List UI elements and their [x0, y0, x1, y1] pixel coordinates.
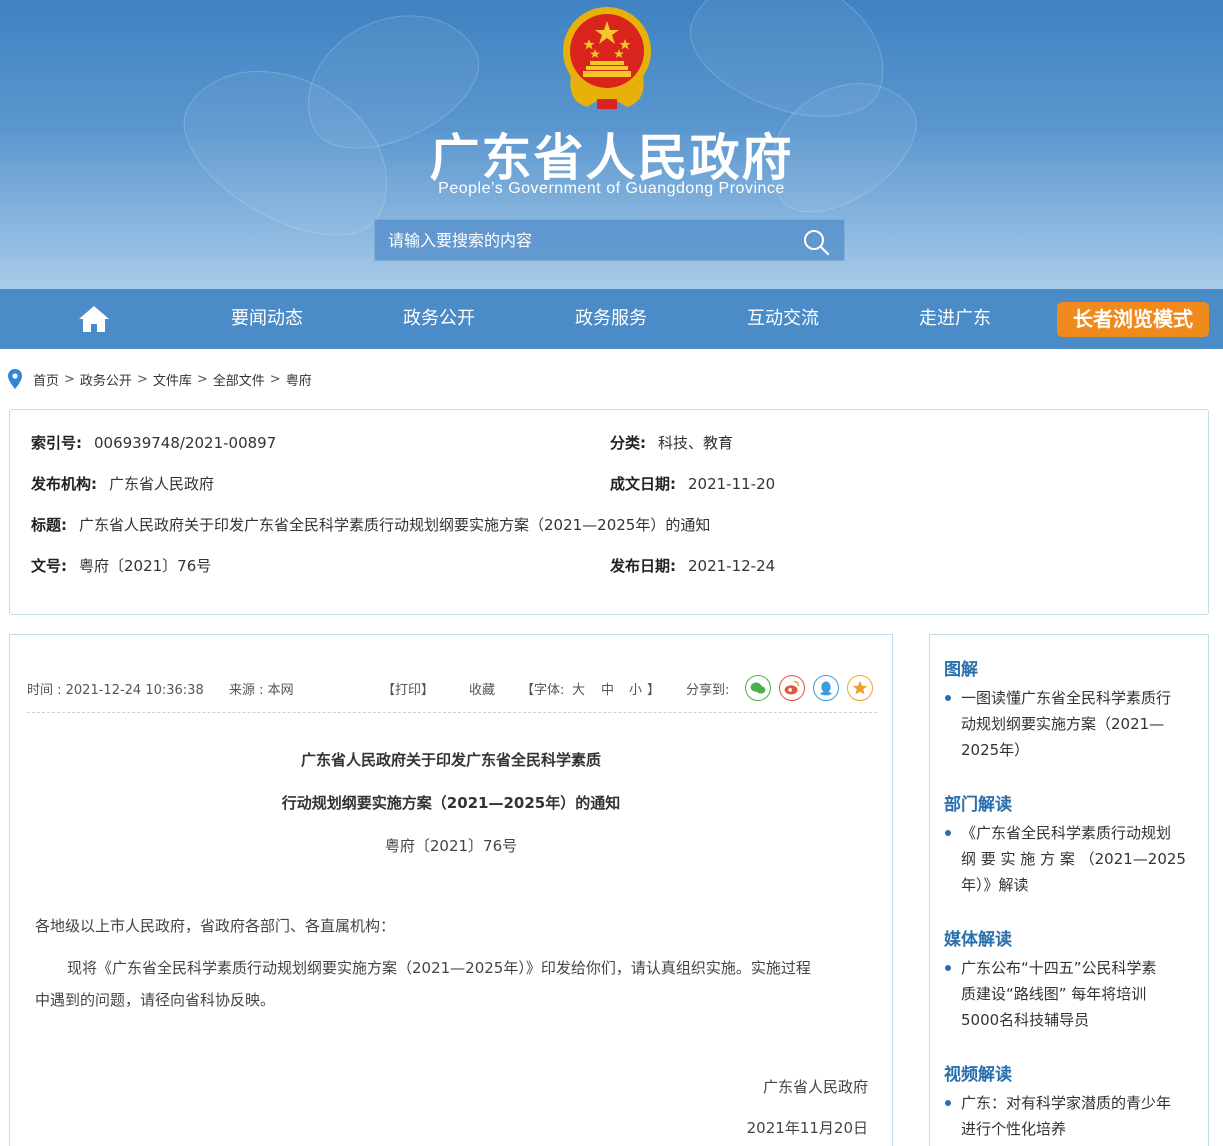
- sidebar-link-line: 年）》解读: [961, 876, 1029, 894]
- article-salutation: 各地级以上市人民政府，省政府各部门、各直属机构：: [35, 917, 396, 935]
- sidebar-link-line: 广东：对有科学家潜质的青少年: [961, 1094, 1172, 1112]
- breadcrumb-all-files[interactable]: 全部文件: [213, 370, 265, 389]
- article-signer: 广东省人民政府: [762, 1078, 868, 1096]
- breadcrumb-separator: >: [196, 371, 208, 387]
- location-pin-icon: [8, 369, 22, 389]
- sidebar-link-line: 进行个性化培养: [961, 1120, 1067, 1138]
- header-banner: 广东省人民政府 People’s Government of Guangdong…: [0, 0, 1223, 289]
- article-toolbar: 时间 : 2021-12-24 10:36:38 来源 : 本网 【打印】 收藏…: [27, 675, 877, 713]
- site-subtitle: People’s Government of Guangdong Provinc…: [438, 180, 785, 197]
- article-title-line2: 行动规划纲要实施方案（2021—2025年）的通知: [281, 794, 621, 812]
- toolbar-divider: [27, 712, 877, 713]
- article-title-line1: 广东省人民政府关于印发广东省全民科学素质: [300, 751, 601, 769]
- meta-published-label: 发布日期:: [610, 557, 676, 575]
- meta-created-label: 成文日期:: [610, 475, 676, 493]
- article-body-line2: 中遇到的问题，请径向省科协反映。: [35, 991, 276, 1009]
- meta-docno-label: 文号:: [31, 557, 67, 575]
- article-source: 来源 : 本网: [229, 683, 294, 698]
- nav-item-gov-service[interactable]: 政务服务: [541, 289, 681, 349]
- breadcrumb-separator: >: [64, 371, 75, 387]
- sidebar-heading-video: 视频解读: [944, 1065, 1012, 1085]
- nav-item-gov-open[interactable]: 政务公开: [369, 289, 509, 349]
- meta-title-label: 标题:: [31, 516, 67, 534]
- sidebar-link-line: 质建设“路线图” 每年将培训: [961, 985, 1147, 1003]
- meta-category-value: 科技、教育: [658, 434, 734, 452]
- search-icon[interactable]: [802, 228, 830, 256]
- font-size-close: 】: [647, 683, 661, 698]
- main-nav: 要闻动态 政务公开 政务服务 互动交流 走进广东 长者浏览模式: [0, 289, 1223, 349]
- sidebar-link-line: 广东公布“十四五”公民科学素: [961, 959, 1157, 977]
- qzone-share-icon[interactable]: [847, 675, 873, 701]
- document-meta-box: 索引号: 006939748/2021-00897 分类: 科技、教育 发布机构: 广…: [9, 409, 1209, 615]
- meta-created-value: 2021-11-20: [688, 475, 776, 493]
- article-doc-number: 粤府〔2021〕76号: [384, 837, 518, 855]
- meta-created-date: 成文日期: 2021-11-20: [610, 473, 775, 494]
- sidebar-heading-media: 媒体解读: [944, 930, 1012, 950]
- sidebar-link-line: 2025年）: [961, 741, 1030, 759]
- nav-item-news[interactable]: 要闻动态: [197, 289, 337, 349]
- meta-title: 标题: 广东省人民政府关于印发广东省全民科学素质行动规划纲要实施方案（2021—2…: [31, 514, 710, 535]
- sidebar-link-infographic[interactable]: 一图读懂广东省全民科学素质行 动规划纲要实施方案（2021— 2025年）: [944, 685, 1196, 763]
- breadcrumb-separator: >: [269, 371, 281, 387]
- sidebar-link-line: 《广东省全民科学素质行动规划: [961, 824, 1172, 842]
- qq-share-icon[interactable]: [813, 675, 839, 701]
- print-button[interactable]: 【打印】: [382, 679, 434, 698]
- meta-publisher-label: 发布机构:: [31, 475, 97, 493]
- meta-publisher: 发布机构: 广东省人民政府: [31, 473, 214, 494]
- national-emblem-icon[interactable]: [557, 5, 657, 113]
- meta-category: 分类: 科技、教育: [610, 432, 733, 453]
- breadcrumb: 首页 > 政务公开 > 文件库 > 全部文件 > 粤府: [8, 368, 312, 390]
- sidebar-link-line: 一图读懂广东省全民科学素质行: [961, 689, 1172, 707]
- meta-index-value: 006939748/2021-00897: [94, 434, 277, 452]
- meta-title-value: 广东省人民政府关于印发广东省全民科学素质行动规划纲要实施方案（2021—2025…: [79, 516, 711, 534]
- sidebar-heading-department: 部门解读: [944, 795, 1012, 815]
- font-size-large[interactable]: 大: [572, 679, 585, 698]
- meta-index: 索引号: 006939748/2021-00897: [31, 432, 276, 453]
- breadcrumb-library[interactable]: 文件库: [153, 370, 192, 389]
- sidebar-heading-infographic: 图解: [944, 660, 978, 680]
- nav-item-interaction[interactable]: 互动交流: [713, 289, 853, 349]
- meta-doc-number: 文号: 粤府〔2021〕76号: [31, 555, 211, 576]
- wechat-share-icon[interactable]: [745, 675, 771, 701]
- sidebar-link-line: 纲 要 实 施 方 案 （2021—2025: [961, 850, 1186, 868]
- sidebar-link-line: 5000名科技辅导员: [961, 1011, 1090, 1029]
- home-icon[interactable]: [78, 305, 110, 333]
- nav-item-about-guangdong[interactable]: 走进广东: [885, 289, 1025, 349]
- article-body-line1: 现将《广东省全民科学素质行动规划纲要实施方案（2021—2025年）》印发给你们…: [67, 959, 811, 977]
- breadcrumb-yuefu[interactable]: 粤府: [286, 370, 312, 389]
- publish-time: 时间 : 2021-12-24 10:36:38: [27, 683, 204, 698]
- meta-index-label: 索引号:: [31, 434, 82, 452]
- search-input[interactable]: [375, 220, 795, 260]
- meta-publisher-value: 广东省人民政府: [109, 475, 215, 493]
- meta-category-label: 分类:: [610, 434, 646, 452]
- sidebar-link-department[interactable]: 《广东省全民科学素质行动规划 纲 要 实 施 方 案 （2021—2025 年）…: [944, 820, 1196, 898]
- meta-docno-value: 粤府〔2021〕76号: [79, 557, 212, 575]
- font-size-label: 【字体:: [521, 683, 565, 698]
- sidebar-link-line: 动规划纲要实施方案（2021—: [961, 715, 1165, 733]
- breadcrumb-gov-open[interactable]: 政务公开: [80, 370, 132, 389]
- sidebar-link-video[interactable]: 广东：对有科学家潜质的青少年 进行个性化培养: [944, 1090, 1196, 1142]
- meta-published-value: 2021-12-24: [688, 557, 776, 575]
- article-panel: 时间 : 2021-12-24 10:36:38 来源 : 本网 【打印】 收藏…: [9, 634, 893, 1146]
- interpretation-sidebar: 图解 一图读懂广东省全民科学素质行 动规划纲要实施方案（2021— 2025年）…: [929, 634, 1209, 1146]
- search-box: [374, 219, 845, 261]
- meta-published-date: 发布日期: 2021-12-24: [610, 555, 775, 576]
- sidebar-link-media[interactable]: 广东公布“十四五”公民科学素 质建设“路线图” 每年将培训 5000名科技辅导员: [944, 955, 1196, 1033]
- breadcrumb-home[interactable]: 首页: [33, 370, 59, 389]
- font-size-small[interactable]: 小: [629, 679, 642, 698]
- weibo-share-icon[interactable]: [779, 675, 805, 701]
- article-date: 2021年11月20日: [746, 1119, 868, 1137]
- font-size-medium[interactable]: 中: [601, 679, 614, 698]
- elder-mode-button[interactable]: 长者浏览模式: [1057, 302, 1209, 337]
- share-label: 分享到:: [686, 683, 730, 698]
- favorite-button[interactable]: 收藏: [469, 679, 495, 698]
- breadcrumb-separator: >: [136, 371, 148, 387]
